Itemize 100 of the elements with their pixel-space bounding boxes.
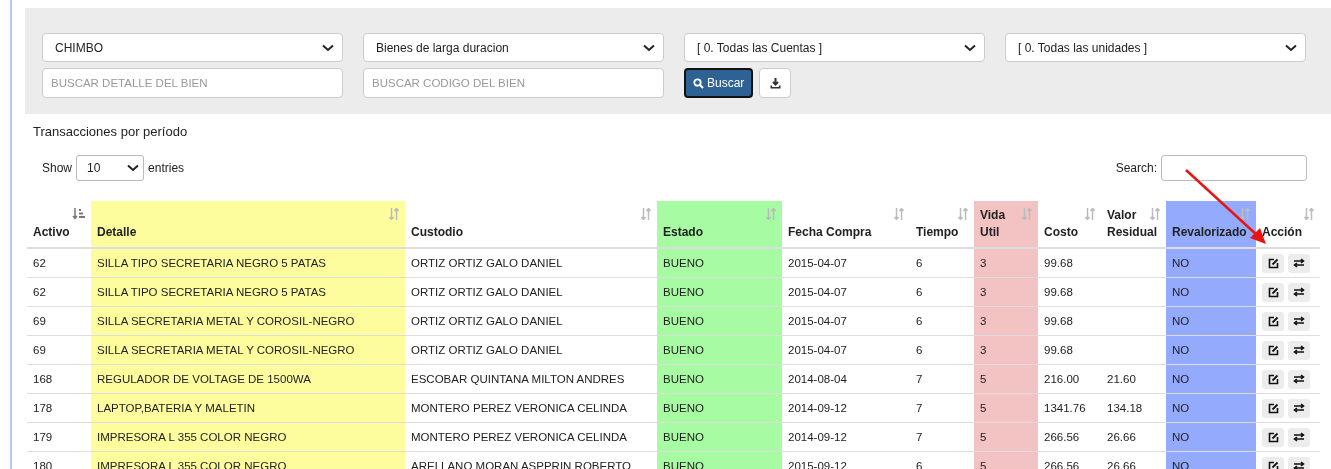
column-header[interactable]: Costo <box>1038 201 1101 248</box>
edit-button[interactable] <box>1262 369 1284 389</box>
custodian-cell: ORTIZ ORTIZ GALO DANIEL <box>405 248 657 278</box>
edit-icon <box>1267 315 1279 327</box>
status-cell: BUENO <box>657 335 782 365</box>
custodian-cell: ORTIZ ORTIZ GALO DANIEL <box>405 277 657 307</box>
swap-arrows-icon <box>1293 287 1305 297</box>
detail-cell: SILLA TIPO SECRETARIA NEGRO 5 PATAS <box>91 277 405 307</box>
transfer-button[interactable] <box>1288 427 1310 447</box>
edit-icon <box>1267 431 1279 443</box>
chevron-icon <box>643 43 655 52</box>
transfer-button[interactable] <box>1288 311 1310 331</box>
detail-cell: REGULADOR DE VOLTAGE DE 1500WA <box>91 364 405 394</box>
transfer-button[interactable] <box>1288 340 1310 360</box>
swap-arrows-icon <box>1293 374 1305 384</box>
search-button[interactable]: Buscar <box>684 68 754 98</box>
column-header[interactable]: Fecha Compra <box>782 201 910 248</box>
cost-cell: 1341.76 <box>1038 393 1101 423</box>
custodian-cell: ORTIZ ORTIZ GALO DANIEL <box>405 306 657 336</box>
download-icon <box>769 77 781 89</box>
swap-arrows-icon <box>1293 316 1305 326</box>
revalued-cell: NO <box>1166 393 1256 423</box>
status-cell: BUENO <box>657 277 782 307</box>
revalued-cell: NO <box>1166 306 1256 336</box>
life-cell: 3 <box>974 335 1038 365</box>
download-button[interactable] <box>759 68 792 98</box>
detail-cell: IMPRESORA L 355 COLOR NEGRO <box>91 422 405 452</box>
life-cell: 3 <box>974 248 1038 278</box>
edit-button[interactable] <box>1262 253 1284 273</box>
chevron-icon <box>127 164 140 172</box>
date-cell: 2014-09-12 <box>782 422 910 452</box>
swap-arrows-icon <box>1293 461 1305 469</box>
edit-icon <box>1267 344 1279 356</box>
swap-arrows-icon <box>1293 432 1305 442</box>
edit-icon <box>1267 402 1279 414</box>
custodian-cell: ESCOBAR QUINTANA MILTON ANDRES <box>405 364 657 394</box>
column-header[interactable]: Revalorizado <box>1166 201 1256 248</box>
column-header[interactable]: Vida Util <box>974 201 1038 248</box>
dropdown[interactable]: [ 0. Todas las unidades ] <box>1005 33 1306 62</box>
edit-button[interactable] <box>1262 398 1284 418</box>
cost-cell: 99.68 <box>1038 306 1101 336</box>
custodian-cell: ORTIZ ORTIZ GALO DANIEL <box>405 335 657 365</box>
cost-cell: 99.68 <box>1038 335 1101 365</box>
life-cell: 3 <box>974 306 1038 336</box>
edit-button[interactable] <box>1262 427 1284 447</box>
sort-ascending-icon[interactable] <box>72 208 86 220</box>
date-cell: 2015-04-07 <box>782 277 910 307</box>
date-cell: 2015-04-07 <box>782 335 910 365</box>
entries-label: entries <box>148 161 185 175</box>
revalued-cell: NO <box>1166 364 1256 394</box>
search-field[interactable]: BUSCAR DETALLE DEL BIEN <box>42 68 343 98</box>
edit-icon <box>1267 460 1279 469</box>
edit-button[interactable] <box>1262 311 1284 331</box>
life-cell: 5 <box>974 393 1038 423</box>
status-cell: BUENO <box>657 248 782 278</box>
cost-cell: 266.56 <box>1038 422 1101 452</box>
life-cell: 3 <box>974 277 1038 307</box>
edit-icon <box>1267 373 1279 385</box>
life-cell: 5 <box>974 364 1038 394</box>
status-cell: BUENO <box>657 364 782 394</box>
transfer-button[interactable] <box>1288 369 1310 389</box>
dropdown-value: 10 <box>87 161 101 175</box>
date-cell: 2015-04-07 <box>782 248 910 278</box>
dropdown[interactable]: CHIMBO <box>42 33 343 62</box>
revalued-cell: NO <box>1166 248 1256 278</box>
chevron-icon <box>1285 43 1297 52</box>
edit-button[interactable] <box>1262 340 1284 360</box>
edit-icon <box>1267 257 1279 269</box>
date-cell: 2014-08-04 <box>782 364 910 394</box>
edit-icon <box>1267 286 1279 298</box>
detail-cell: SILLA SECRETARIA METAL Y COROSIL-NEGRO <box>91 335 405 365</box>
edit-button[interactable] <box>1262 282 1284 302</box>
date-cell: 2015-04-07 <box>782 306 910 336</box>
date-cell: 2014-09-12 <box>782 393 910 423</box>
chevron-icon <box>322 43 334 52</box>
detail-cell: SILLA TIPO SECRETARIA NEGRO 5 PATAS <box>91 248 405 278</box>
dropdown-value: [ 0. Todas las unidades ] <box>1018 40 1148 55</box>
table-search-field[interactable] <box>1161 155 1307 181</box>
search-field[interactable]: BUSCAR CODIGO DEL BIEN <box>363 68 664 98</box>
status-cell: BUENO <box>657 422 782 452</box>
cost-cell: 216.00 <box>1038 364 1101 394</box>
status-cell: BUENO <box>657 306 782 336</box>
custodian-cell: MONTERO PEREZ VERONICA CELINDA <box>405 422 657 452</box>
dropdown-value: Bienes de larga duracion <box>376 40 509 55</box>
transfer-button[interactable] <box>1288 398 1310 418</box>
column-header[interactable]: Estado <box>657 201 782 248</box>
cost-cell: 99.68 <box>1038 277 1101 307</box>
entries-dropdown[interactable]: 10 <box>76 155 145 181</box>
transfer-button[interactable] <box>1288 253 1310 273</box>
dropdown[interactable]: Bienes de larga duracion <box>363 33 664 62</box>
column-header[interactable]: Detalle <box>91 201 405 248</box>
status-cell: BUENO <box>657 393 782 423</box>
transfer-button[interactable] <box>1288 282 1310 302</box>
revalued-cell: NO <box>1166 422 1256 452</box>
dropdown-value: CHIMBO <box>55 40 103 55</box>
show-label: Show <box>42 161 73 175</box>
swap-arrows-icon <box>1293 345 1305 355</box>
search-label: Search: <box>1115 161 1157 175</box>
revalued-cell: NO <box>1166 277 1256 307</box>
dropdown[interactable]: [ 0. Todas las Cuentas ] <box>684 33 985 62</box>
